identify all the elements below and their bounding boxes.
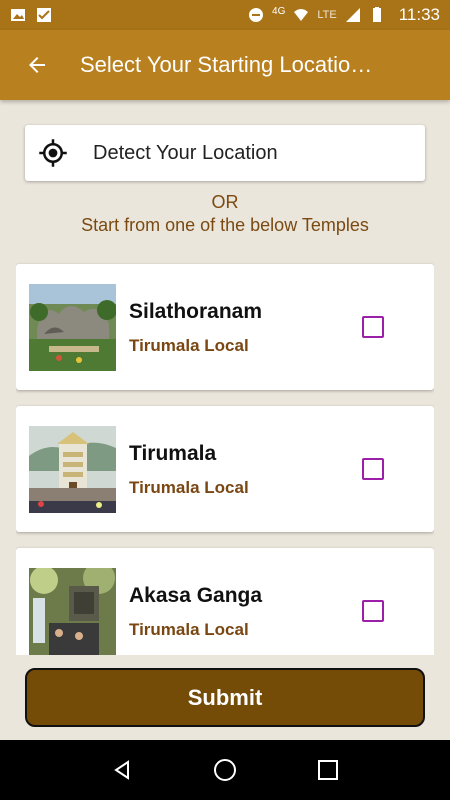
temple-thumbnail xyxy=(29,568,116,655)
submit-button[interactable]: Submit xyxy=(25,668,425,727)
page-title: Select Your Starting Locatio… xyxy=(80,52,373,77)
data-type-label: 4G xyxy=(272,5,286,17)
back-triangle-icon xyxy=(113,760,129,780)
start-from-temples-text: Start from one of the below Temples xyxy=(81,215,369,235)
recents-square-icon xyxy=(318,760,339,780)
battery-icon xyxy=(372,7,381,22)
nav-recents-button[interactable] xyxy=(308,750,348,790)
signal-icon xyxy=(345,8,360,22)
status-right-icons: 4G LTE 11:33 xyxy=(248,5,440,25)
detect-location-button[interactable]: Detect Your Location xyxy=(25,125,425,181)
or-divider-text: OR xyxy=(211,192,239,212)
do-not-disturb-icon xyxy=(249,8,264,22)
temple-checkbox[interactable] xyxy=(362,316,384,338)
detect-location-label: Detect Your Location xyxy=(93,141,278,164)
check-badge-icon xyxy=(37,8,51,22)
temple-name: Silathoranam xyxy=(129,300,263,323)
status-left-icons xyxy=(10,7,52,23)
temple-region: Tirumala Local xyxy=(129,620,249,639)
temple-region: Tirumala Local xyxy=(129,336,249,355)
temple-item-silathoranam[interactable]: Silathoranam Tirumala Local xyxy=(16,264,434,390)
back-button[interactable] xyxy=(12,40,62,90)
temple-item-akasa-ganga[interactable]: Akasa Ganga Tirumala Local xyxy=(16,548,434,655)
image-icon xyxy=(11,9,25,21)
temple-item-tirumala[interactable]: Tirumala Tirumala Local xyxy=(16,406,434,532)
temple-thumbnail xyxy=(29,426,116,513)
temple-thumbnail xyxy=(29,284,116,371)
temple-name: Akasa Ganga xyxy=(129,584,263,607)
gps-target-icon xyxy=(39,139,67,167)
temple-checkbox[interactable] xyxy=(362,458,384,480)
nav-back-button[interactable] xyxy=(102,750,142,790)
home-circle-icon xyxy=(213,759,236,781)
temple-region: Tirumala Local xyxy=(129,478,249,497)
temple-list[interactable]: Silathoranam Tirumala Local Tirumala Tir… xyxy=(16,262,434,655)
system-nav-bar xyxy=(0,740,450,800)
network-label: LTE xyxy=(317,9,337,21)
temple-name: Tirumala xyxy=(129,442,217,465)
wifi-icon xyxy=(294,9,309,21)
temple-checkbox[interactable] xyxy=(362,600,384,622)
app-bar: Select Your Starting Locatio… xyxy=(0,30,450,100)
status-bar: 4G LTE 11:33 xyxy=(0,0,450,30)
nav-home-button[interactable] xyxy=(205,750,245,790)
arrow-back-icon xyxy=(29,57,45,73)
status-time: 11:33 xyxy=(398,5,440,24)
